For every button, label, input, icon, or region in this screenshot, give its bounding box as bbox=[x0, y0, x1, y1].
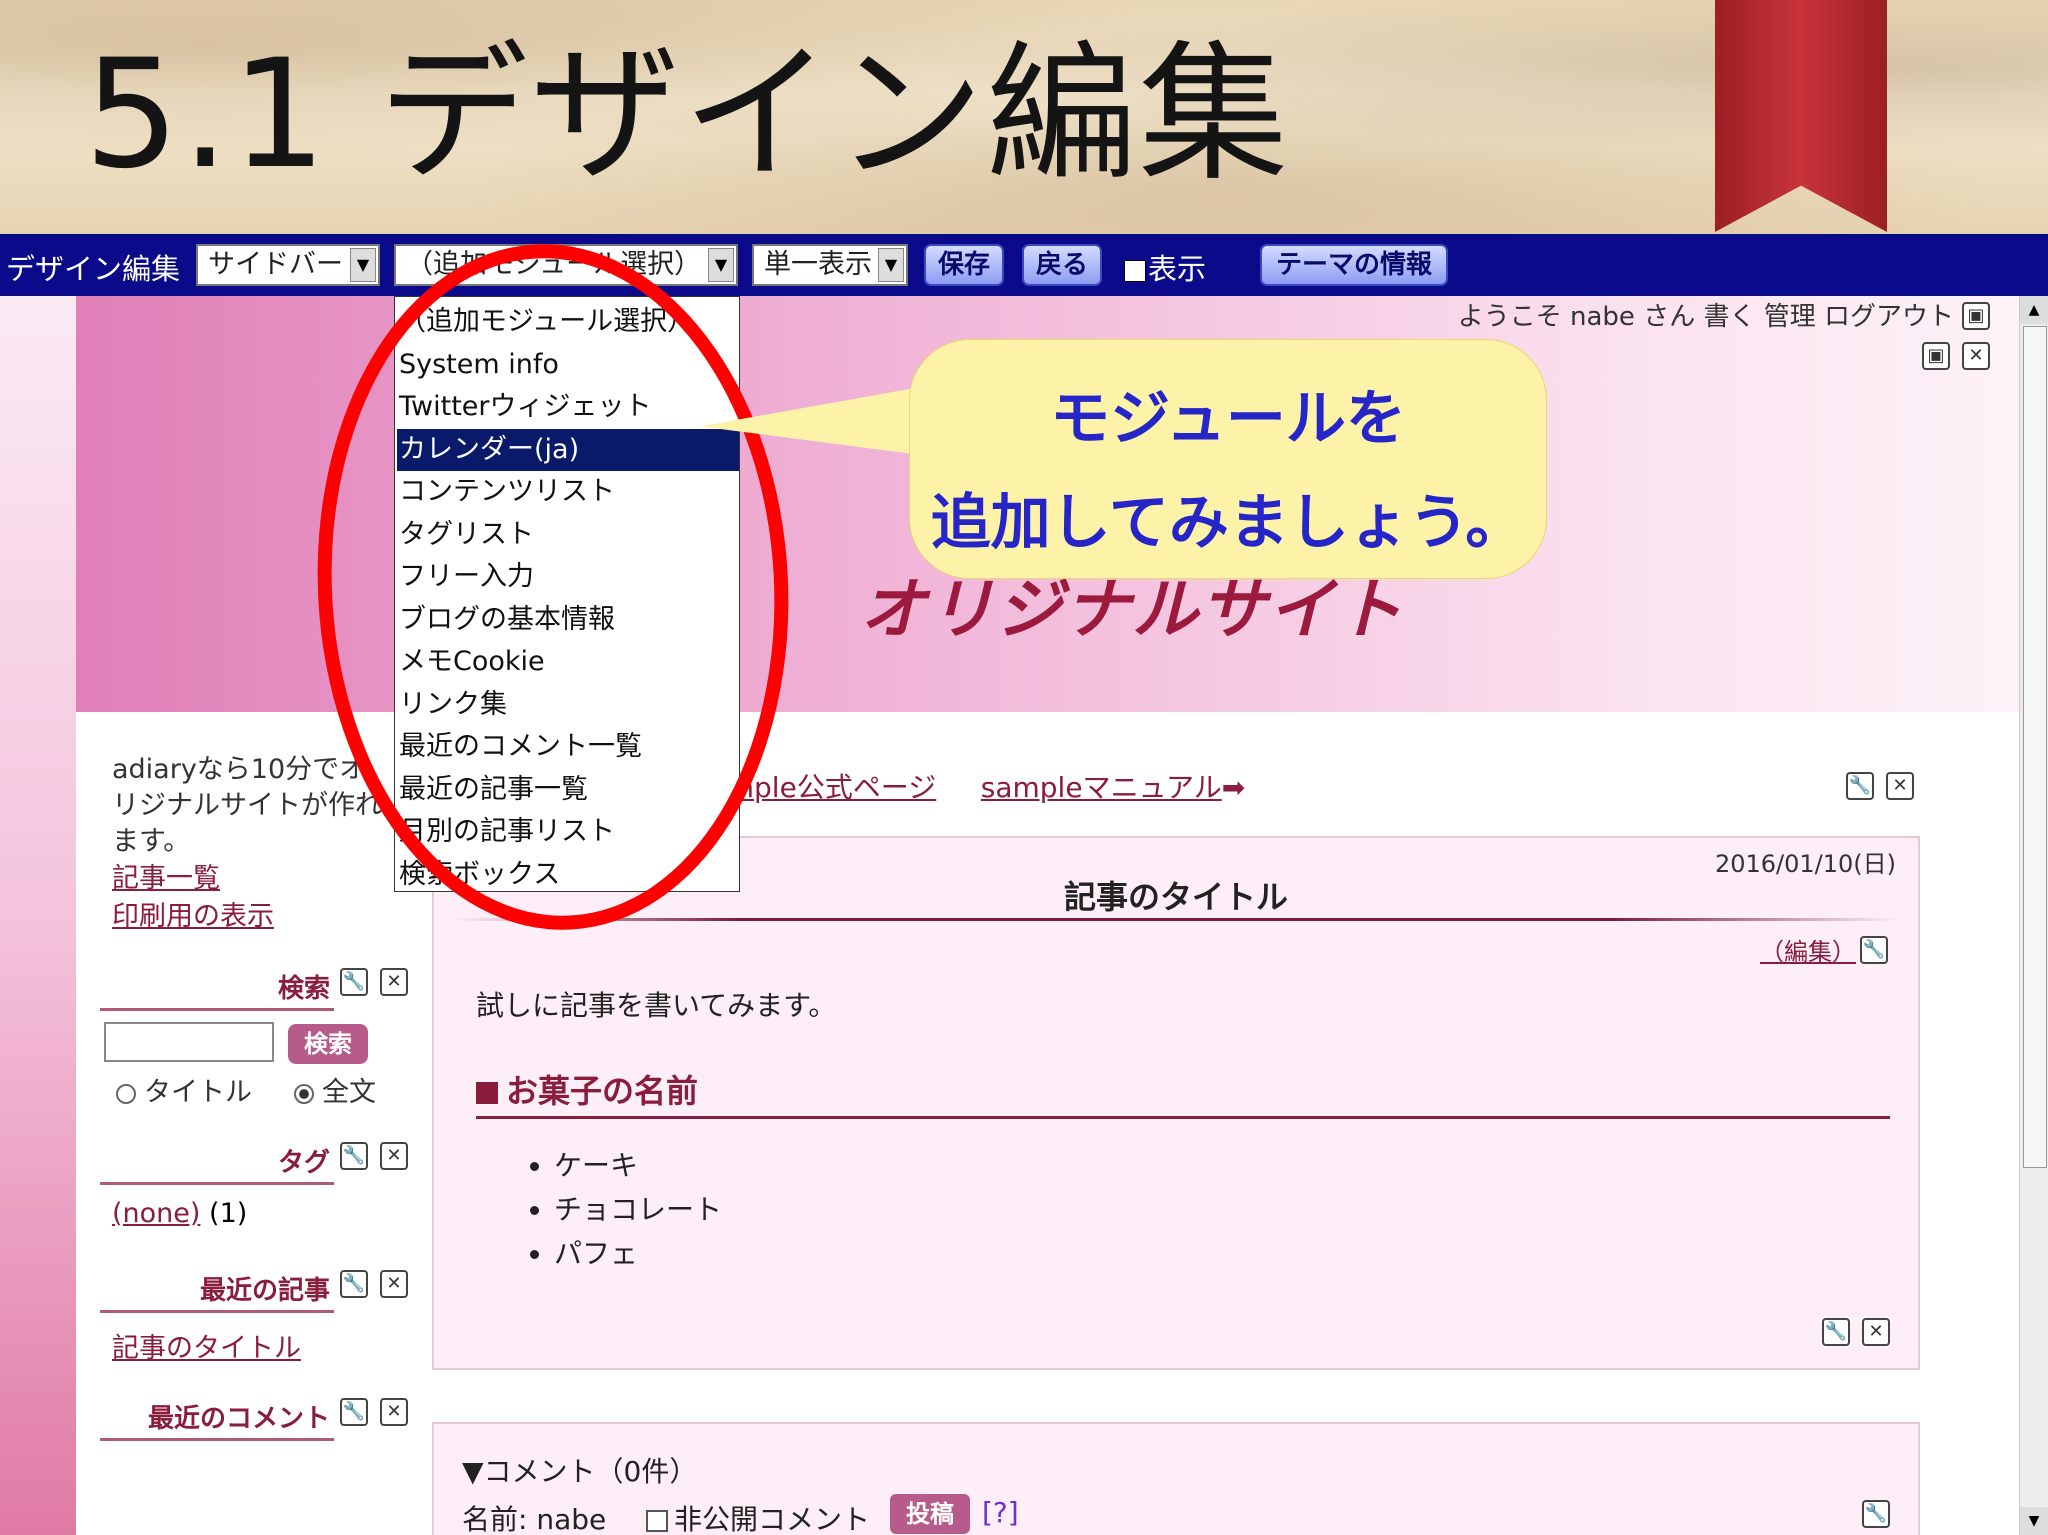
show-checkbox[interactable] bbox=[1124, 260, 1146, 282]
comment-heading[interactable]: ▼コメント（0件） bbox=[462, 1450, 697, 1490]
recent-comments-heading: 最近のコメント bbox=[100, 1398, 334, 1441]
arrow-right-icon: ➡ bbox=[1221, 771, 1246, 804]
post-comment-button[interactable]: 投稿 bbox=[890, 1494, 970, 1534]
search-heading: 検索 bbox=[100, 968, 334, 1011]
close-icon[interactable]: ✕ bbox=[1886, 772, 1914, 800]
list-item: ケーキ bbox=[554, 1144, 722, 1188]
area-select-value: サイドバー bbox=[208, 249, 343, 280]
article-list: ケーキ チョコレート パフェ bbox=[524, 1144, 722, 1276]
wrench-icon[interactable]: 🔧 bbox=[1862, 1500, 1890, 1528]
close-icon[interactable]: ✕ bbox=[380, 1270, 408, 1298]
title-divider bbox=[454, 918, 1898, 921]
wrench-icon[interactable]: 🔧 bbox=[340, 1270, 368, 1298]
comment-section: ▼コメント（0件） 名前: nabe 非公開コメント 投稿 [?] 🔧 bbox=[432, 1422, 1920, 1535]
scroll-up-icon[interactable]: ▲ bbox=[2020, 296, 2048, 324]
vertical-scrollbar[interactable]: ▲ ▼ bbox=[2019, 296, 2048, 1535]
square-bullet-icon bbox=[476, 1082, 498, 1104]
wrench-icon[interactable]: 🔧 bbox=[340, 1398, 368, 1426]
article: 2016/01/10(日) 記事のタイトル （編集） 🔧 試しに記事を書いてみま… bbox=[432, 836, 1920, 1370]
slide-header: 5.1 デザイン編集 bbox=[0, 0, 2048, 234]
wrench-icon[interactable]: 🔧 bbox=[340, 1142, 368, 1170]
close-icon[interactable]: ✕ bbox=[1962, 342, 1990, 370]
scroll-thumb[interactable] bbox=[2023, 326, 2047, 1168]
radio-dot-selected[interactable] bbox=[294, 1083, 314, 1104]
radio-fulltext-label: 全文 bbox=[322, 1077, 376, 1108]
recent-post-link[interactable]: 記事のタイトル bbox=[112, 1326, 301, 1365]
chevron-down-icon: ▼ bbox=[878, 248, 904, 282]
callout-bubble: モジュールを 追加してみましょう。 bbox=[910, 340, 1546, 578]
sidebar-link-print[interactable]: 印刷用の表示 bbox=[112, 894, 274, 933]
toolbar-label: デザイン編集 bbox=[6, 252, 181, 286]
show-toggle[interactable]: 表示 bbox=[1124, 246, 1206, 288]
tag-heading: タグ bbox=[100, 1142, 334, 1185]
article-edit-link[interactable]: （編集） bbox=[1760, 932, 1856, 967]
save-button[interactable]: 保存 bbox=[924, 244, 1004, 286]
view-select-value: 単一表示 bbox=[764, 249, 872, 280]
radio-title[interactable]: タイトル bbox=[116, 1070, 252, 1109]
tag-item: (none) (1) bbox=[112, 1198, 247, 1229]
close-icon[interactable]: ✕ bbox=[380, 968, 408, 996]
show-label: 表示 bbox=[1148, 252, 1207, 286]
bookmark-ribbon bbox=[1715, 0, 1887, 232]
private-checkbox[interactable] bbox=[646, 1510, 668, 1532]
recent-posts-heading: 最近の記事 bbox=[100, 1270, 334, 1313]
back-button[interactable]: 戻る bbox=[1022, 244, 1102, 286]
help-link[interactable]: [?] bbox=[982, 1496, 1019, 1529]
top-links: sample公式ページ sampleマニュアル➡ bbox=[695, 766, 1245, 806]
slide-title: 5.1 デザイン編集 bbox=[84, 28, 1291, 202]
close-icon[interactable]: ✕ bbox=[380, 1398, 408, 1426]
chevron-down-icon: ▼ bbox=[350, 248, 376, 282]
close-icon[interactable]: ✕ bbox=[380, 1142, 408, 1170]
area-select[interactable]: サイドバー ▼ bbox=[196, 244, 380, 286]
search-button[interactable]: 検索 bbox=[288, 1024, 368, 1064]
image-icon[interactable]: ▣ bbox=[1962, 302, 1990, 330]
radio-title-label: タイトル bbox=[144, 1077, 252, 1108]
radio-fulltext[interactable]: 全文 bbox=[294, 1070, 376, 1109]
list-item: パフェ bbox=[554, 1232, 722, 1276]
design-edit-toolbar: デザイン編集 サイドバー ▼ （追加モジュール選択） ▼ 単一表示 ▼ 保存 戻… bbox=[0, 234, 2048, 296]
image-icon[interactable]: ▣ bbox=[1922, 342, 1950, 370]
wrench-icon[interactable]: 🔧 bbox=[340, 968, 368, 996]
private-comment-toggle[interactable]: 非公開コメント bbox=[646, 1498, 870, 1535]
wrench-icon[interactable]: 🔧 bbox=[1860, 936, 1888, 964]
list-item: チョコレート bbox=[554, 1188, 722, 1232]
scroll-down-icon[interactable]: ▼ bbox=[2020, 1507, 2048, 1535]
manual-link[interactable]: sampleマニュアル bbox=[981, 771, 1222, 804]
article-heading: お菓子の名前 bbox=[476, 1066, 1890, 1119]
private-label: 非公開コメント bbox=[674, 1503, 871, 1535]
callout-line-2: 追加してみましょう。 bbox=[930, 488, 1526, 558]
sidebar-link-articles[interactable]: 記事一覧 bbox=[112, 856, 220, 895]
article-heading-text: お菓子の名前 bbox=[506, 1072, 699, 1110]
callout-line-1: モジュールを bbox=[1050, 384, 1406, 454]
tag-link[interactable]: (none) bbox=[112, 1198, 200, 1229]
theme-info-button[interactable]: テーマの情報 bbox=[1260, 244, 1448, 286]
welcome-bar: ようこそ nabe さん 書く 管理 ログアウト bbox=[1457, 302, 1954, 332]
wrench-icon[interactable]: 🔧 bbox=[1846, 772, 1874, 800]
radio-dot[interactable] bbox=[116, 1083, 136, 1104]
tag-count: (1) bbox=[209, 1198, 248, 1229]
close-icon[interactable]: ✕ bbox=[1862, 1318, 1890, 1346]
article-body: 試しに記事を書いてみます。 bbox=[476, 989, 837, 1022]
comment-name: 名前: nabe bbox=[462, 1503, 607, 1535]
wrench-icon[interactable]: 🔧 bbox=[1822, 1318, 1850, 1346]
view-select[interactable]: 単一表示 ▼ bbox=[752, 244, 908, 286]
search-input[interactable] bbox=[104, 1022, 274, 1062]
sidebar-intro: adiaryなら10分でオリジナルサイトが作れます。 bbox=[112, 754, 382, 857]
chevron-down-icon: ▼ bbox=[708, 248, 734, 282]
